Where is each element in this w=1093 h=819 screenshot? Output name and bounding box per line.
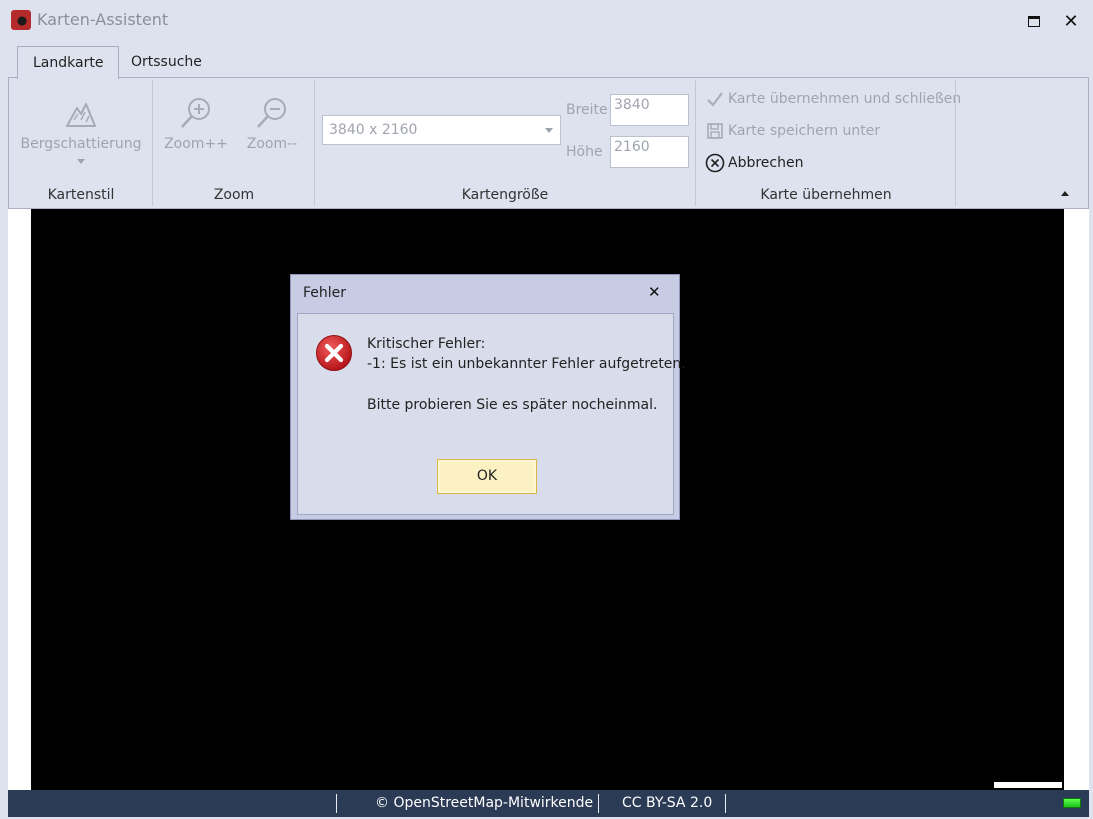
- width-value: 3840: [614, 97, 650, 113]
- group-kartenstil: Bergschattierung Kartenstil: [9, 78, 153, 208]
- error-icon: [316, 335, 352, 371]
- close-button[interactable]: ✕: [1058, 8, 1084, 34]
- error-message-line2: -1: Es ist ein unbekannter Fehler aufget…: [367, 356, 686, 372]
- height-label: Höhe: [566, 144, 603, 160]
- tab-landkarte[interactable]: Landkarte: [17, 46, 120, 79]
- apply-close-label: Karte übernehmen und schließen: [728, 91, 962, 107]
- save-as-button[interactable]: Karte speichern unter: [705, 119, 880, 143]
- save-as-label: Karte speichern unter: [728, 123, 881, 139]
- status-bar: © OpenStreetMap-Mitwirkende CC BY-SA 2.0: [8, 790, 1089, 817]
- collapse-ribbon-icon[interactable]: [1061, 191, 1069, 196]
- status-divider: [725, 794, 726, 813]
- ribbon-panel: Bergschattierung Kartenstil Zoom++ Zoom-…: [8, 77, 1089, 209]
- map-attribution: [994, 782, 1062, 788]
- title-bar: Karten-Assistent ✕: [0, 0, 1093, 42]
- status-indicator: [1063, 798, 1081, 808]
- group-label-zoom: Zoom: [213, 187, 255, 203]
- group-zoom: Zoom++ Zoom-- Zoom: [153, 78, 315, 208]
- height-input[interactable]: 2160: [610, 136, 689, 168]
- divider: [955, 80, 956, 206]
- mountain-icon: [66, 103, 96, 127]
- status-attribution: © OpenStreetMap-Mitwirkende: [375, 795, 594, 811]
- chevron-down-icon: [77, 159, 85, 164]
- window-title: Karten-Assistent: [37, 10, 169, 29]
- status-license: CC BY-SA 2.0: [622, 795, 713, 811]
- status-divider: [598, 794, 599, 813]
- group-label-kartengroesse: Kartengröße: [461, 187, 549, 203]
- close-icon: ✕: [1063, 10, 1079, 32]
- error-dialog: Fehler ✕ Kritischer Fehler: -1: Es ist e…: [290, 274, 686, 520]
- tab-ortssuche[interactable]: Ortssuche: [116, 46, 217, 78]
- zoom-out-button[interactable]: Zoom--: [237, 96, 307, 152]
- dialog-body: Kritischer Fehler: -1: Es ist ein unbeka…: [297, 313, 686, 515]
- status-divider: [336, 794, 337, 813]
- size-preset-dropdown[interactable]: 3840 x 2160: [322, 115, 561, 145]
- dialog-close-button[interactable]: ✕: [648, 283, 661, 301]
- bergschattierung-button[interactable]: Bergschattierung: [9, 96, 153, 164]
- error-message-line3: Bitte probieren Sie es später nocheinmal…: [367, 397, 658, 413]
- app-icon: [11, 10, 31, 30]
- apply-close-button[interactable]: Karte übernehmen und schließen: [705, 87, 961, 111]
- group-label-karte-uebernehmen: Karte übernehmen: [760, 187, 892, 203]
- size-preset-value: 3840 x 2160: [329, 122, 418, 138]
- ok-button[interactable]: OK: [437, 459, 537, 494]
- checkmark-icon: [705, 89, 725, 109]
- bergschattierung-label: Bergschattierung: [20, 136, 142, 152]
- zoom-in-button[interactable]: Zoom++: [161, 96, 231, 152]
- zoom-in-icon: [181, 98, 210, 128]
- save-icon: [705, 121, 725, 141]
- dialog-title: Fehler: [303, 285, 347, 301]
- zoom-in-label: Zoom++: [164, 136, 228, 152]
- maximize-button[interactable]: [1021, 8, 1047, 34]
- close-icon: ✕: [648, 283, 661, 301]
- zoom-out-icon: [257, 98, 286, 128]
- ribbon: Landkarte Ortssuche Bergschattierung Kar…: [8, 42, 1089, 209]
- group-label-kartenstil: Kartenstil: [47, 187, 115, 203]
- error-message-line1: Kritischer Fehler:: [367, 336, 486, 352]
- cancel-button[interactable]: Abbrechen: [705, 151, 803, 175]
- width-input[interactable]: 3840: [610, 94, 689, 126]
- cancel-circle-icon: [705, 153, 725, 173]
- height-value: 2160: [614, 139, 650, 155]
- maximize-icon: [1028, 15, 1040, 27]
- zoom-out-label: Zoom--: [246, 136, 298, 152]
- width-label: Breite: [566, 102, 608, 118]
- cancel-label: Abbrechen: [728, 155, 804, 171]
- chevron-down-icon: [545, 128, 553, 133]
